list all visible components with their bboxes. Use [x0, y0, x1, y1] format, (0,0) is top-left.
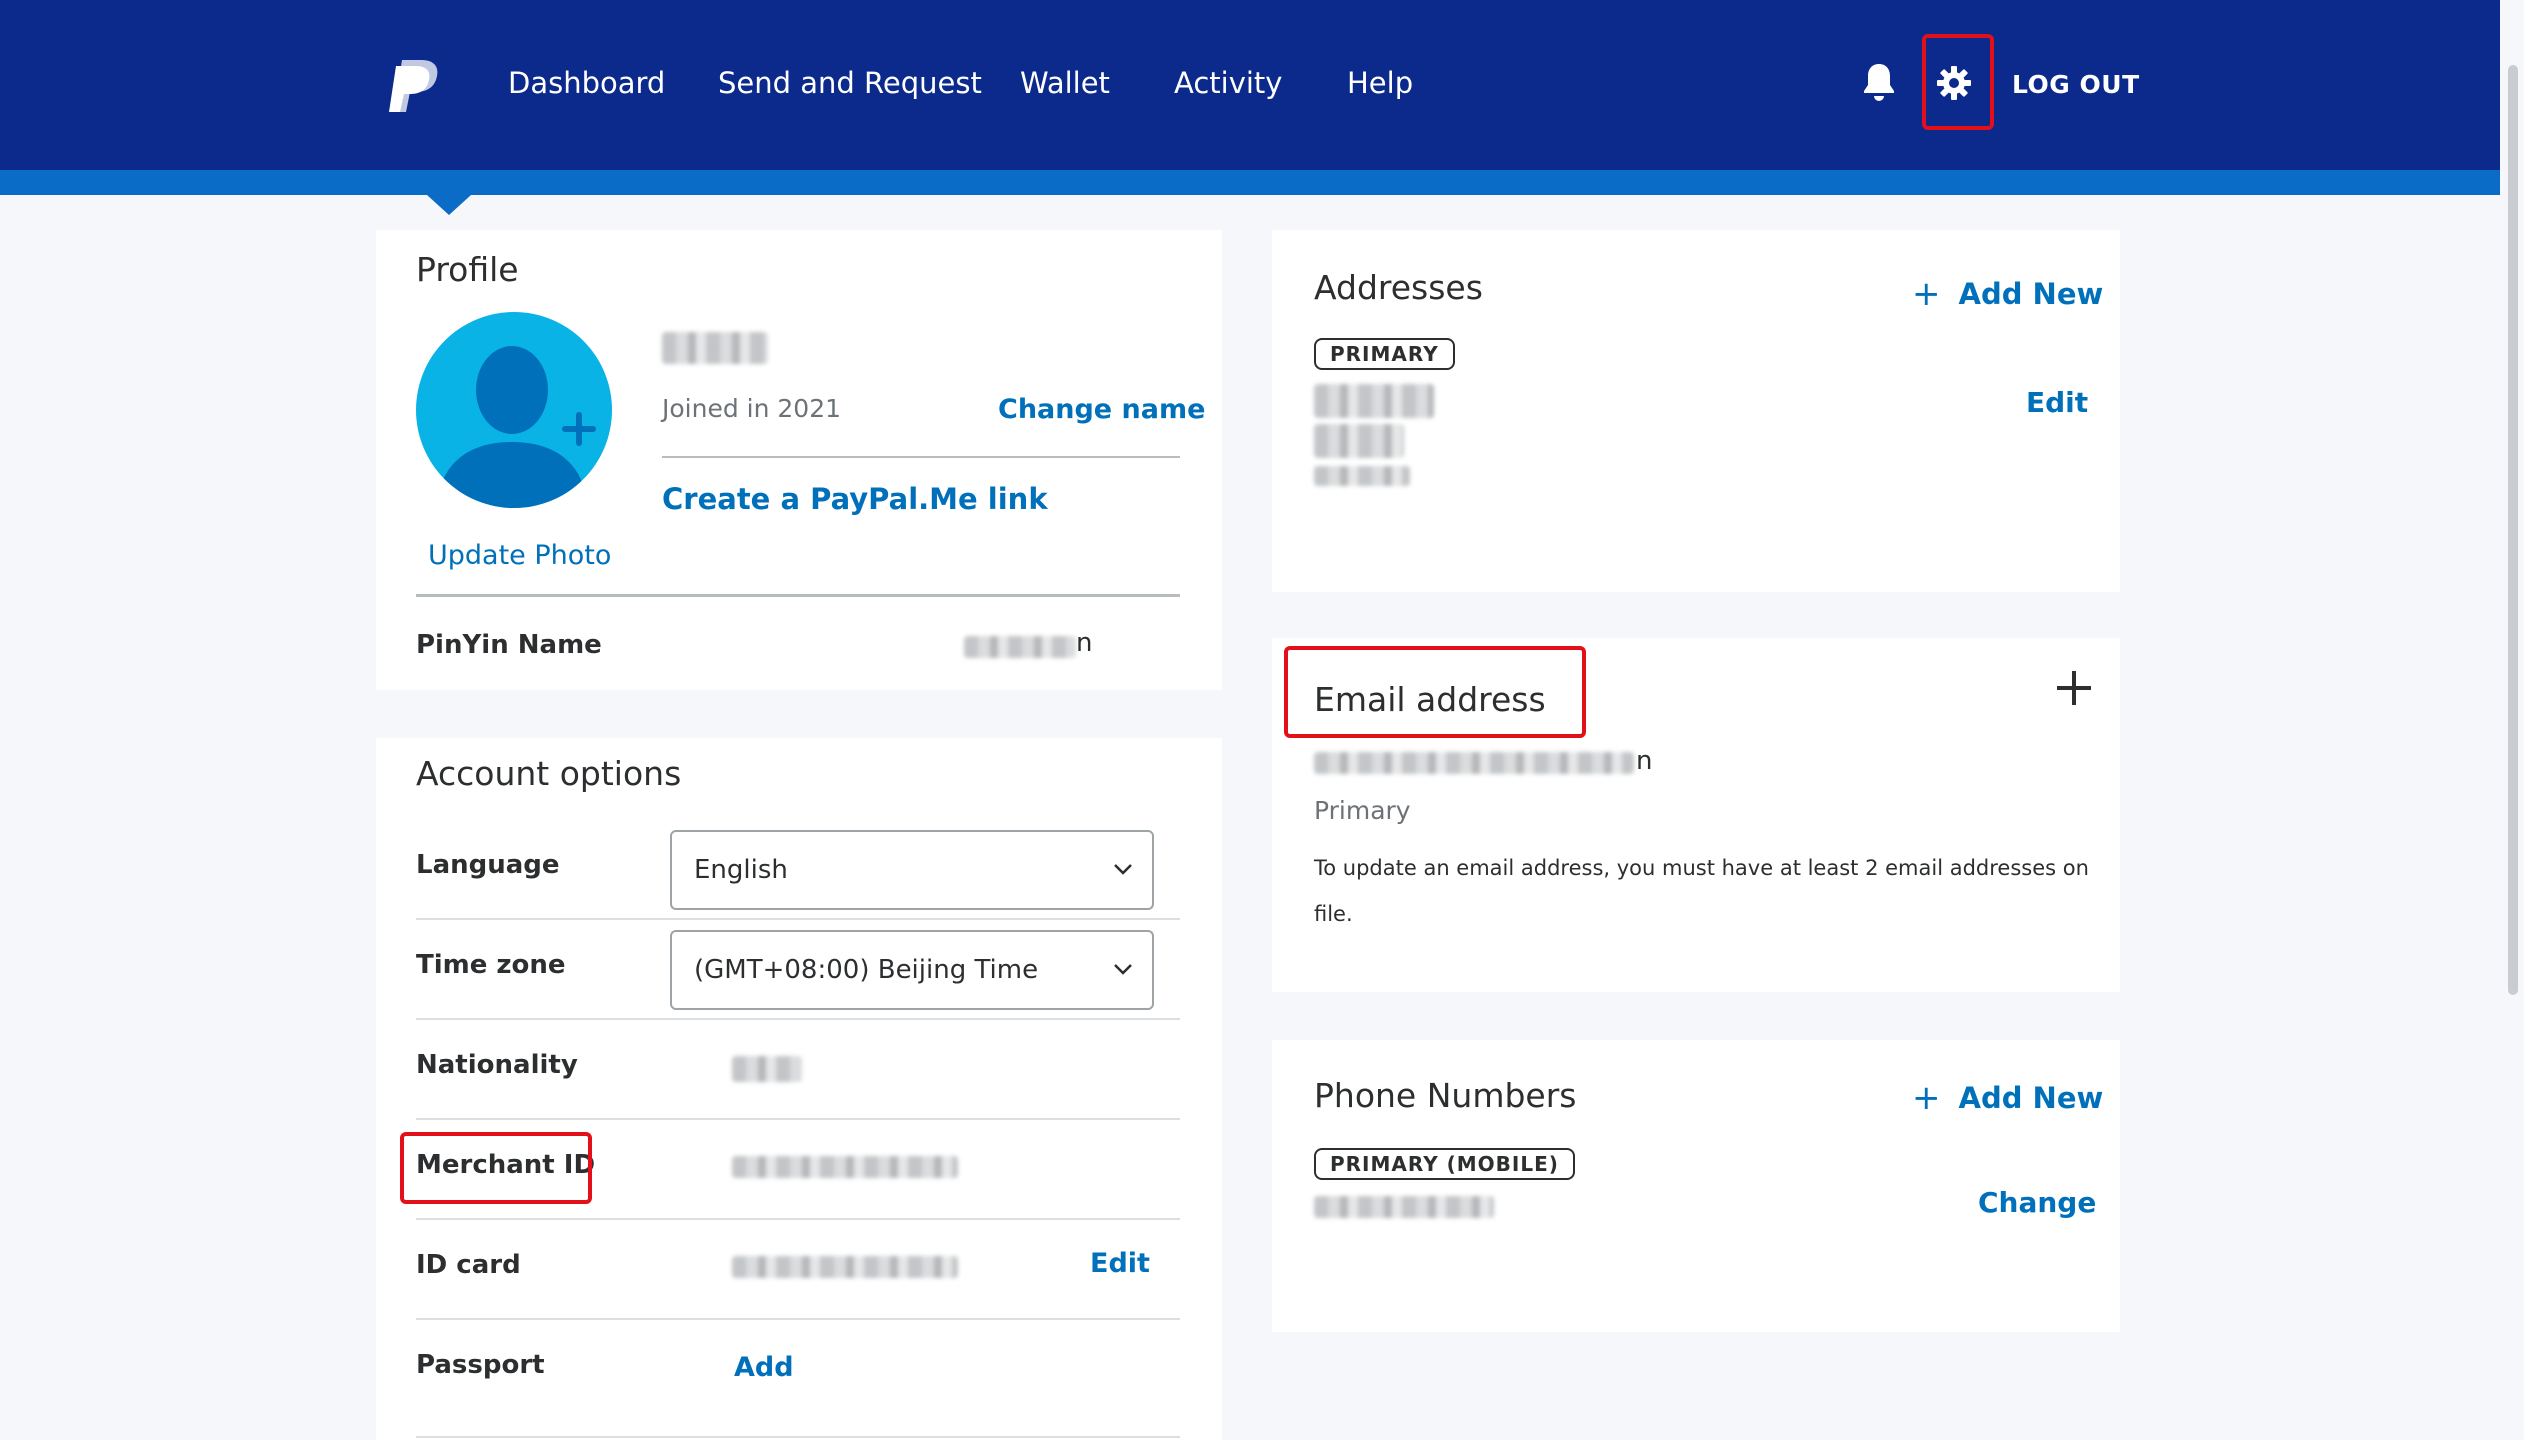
change-name-link[interactable]: Change name: [998, 394, 1205, 425]
profile-card: Profile Joined in 2021 Change name Creat…: [376, 230, 1222, 690]
profile-title: Profile: [416, 250, 519, 289]
create-paypal-me-link[interactable]: Create a PayPal.Me link: [662, 482, 1048, 516]
joined-date: Joined in 2021: [662, 394, 842, 423]
address-line-redacted: [1314, 424, 1404, 458]
plus-icon: +: [1912, 274, 1941, 314]
row-divider: [416, 918, 1180, 920]
id-card-label: ID card: [416, 1250, 521, 1280]
account-name-redacted: [662, 332, 768, 364]
language-select[interactable]: English: [670, 830, 1154, 910]
addresses-add-new-button[interactable]: + Add New: [1912, 274, 2103, 314]
time-zone-select[interactable]: (GMT+08:00) Beijing Time: [670, 930, 1154, 1010]
nav-activity[interactable]: Activity: [1174, 66, 1282, 100]
account-options-title: Account options: [416, 754, 682, 793]
language-selected-value: English: [694, 855, 788, 885]
phone-add-new-button[interactable]: + Add New: [1912, 1078, 2103, 1118]
nav-help[interactable]: Help: [1347, 66, 1413, 100]
nav-send-and-request[interactable]: Send and Request: [718, 66, 982, 100]
email-update-note-line-1: To update an email address, you must hav…: [1314, 856, 2089, 880]
top-navigation-bar: Dashboard Send and Request Wallet Activi…: [0, 0, 2500, 170]
addresses-add-new-label: Add New: [1958, 277, 2104, 311]
time-zone-label: Time zone: [416, 950, 566, 980]
email-primary-label: Primary: [1314, 796, 1411, 825]
pinyin-name-value: n: [1076, 628, 1093, 658]
profile-divider: [662, 456, 1180, 458]
nationality-redacted: [732, 1056, 802, 1082]
bell-icon[interactable]: [1862, 62, 1896, 102]
nav-wallet[interactable]: Wallet: [1020, 66, 1110, 100]
settings-highlight-box: [1922, 34, 1994, 130]
row-divider: [416, 1436, 1180, 1438]
account-options-card: Account options Language English Time zo…: [376, 738, 1222, 1440]
profile-section-divider: [416, 594, 1180, 597]
phone-numbers-card: Phone Numbers + Add New PRIMARY (MOBILE)…: [1272, 1040, 2120, 1332]
merchant-id-redacted: [732, 1156, 958, 1178]
phone-change-link[interactable]: Change: [1978, 1186, 2096, 1219]
phone-primary-mobile-badge: PRIMARY (MOBILE): [1314, 1148, 1575, 1180]
address-edit-link[interactable]: Edit: [2026, 386, 2088, 419]
chevron-down-icon: [1114, 864, 1132, 875]
addresses-card: Addresses + Add New PRIMARY Edit: [1272, 230, 2120, 592]
update-photo-link[interactable]: Update Photo: [428, 540, 611, 571]
page-scrollbar[interactable]: [2508, 65, 2518, 995]
nationality-label: Nationality: [416, 1050, 578, 1080]
add-email-plus-icon[interactable]: [2054, 668, 2094, 708]
row-divider: [416, 1318, 1180, 1320]
email-redacted: [1314, 752, 1634, 774]
nav-dashboard[interactable]: Dashboard: [508, 66, 665, 100]
header-accent-stripe: [0, 170, 2500, 195]
active-nav-indicator: [427, 195, 471, 215]
passport-add-link[interactable]: Add: [734, 1352, 794, 1383]
plus-icon: +: [1912, 1078, 1941, 1118]
row-divider: [416, 1118, 1180, 1120]
phone-number-redacted: [1314, 1196, 1494, 1218]
address-line-redacted: [1314, 466, 1410, 486]
time-zone-selected-value: (GMT+08:00) Beijing Time: [694, 955, 1039, 985]
pinyin-name-redacted: [964, 636, 1076, 658]
id-card-redacted: [732, 1256, 958, 1278]
address-line-redacted: [1314, 384, 1434, 418]
language-label: Language: [416, 850, 560, 880]
id-card-edit-link[interactable]: Edit: [1090, 1248, 1150, 1279]
avatar-placeholder-icon[interactable]: [416, 312, 612, 508]
logout-link[interactable]: LOG OUT: [2012, 70, 2140, 99]
phone-add-new-label: Add New: [1958, 1081, 2104, 1115]
row-divider: [416, 1018, 1180, 1020]
phone-numbers-title: Phone Numbers: [1314, 1076, 1577, 1115]
addresses-title: Addresses: [1314, 268, 1483, 307]
paypal-logo-icon[interactable]: [388, 58, 440, 114]
merchant-id-highlight-box: [400, 1132, 592, 1204]
row-divider: [416, 1218, 1180, 1220]
email-update-note-line-2: file.: [1314, 902, 1353, 926]
pinyin-name-label: PinYin Name: [416, 630, 602, 660]
chevron-down-icon: [1114, 964, 1132, 975]
email-address-highlight-box: [1284, 646, 1586, 738]
address-primary-badge: PRIMARY: [1314, 338, 1455, 370]
passport-label: Passport: [416, 1350, 545, 1380]
email-value: n: [1636, 746, 1653, 776]
